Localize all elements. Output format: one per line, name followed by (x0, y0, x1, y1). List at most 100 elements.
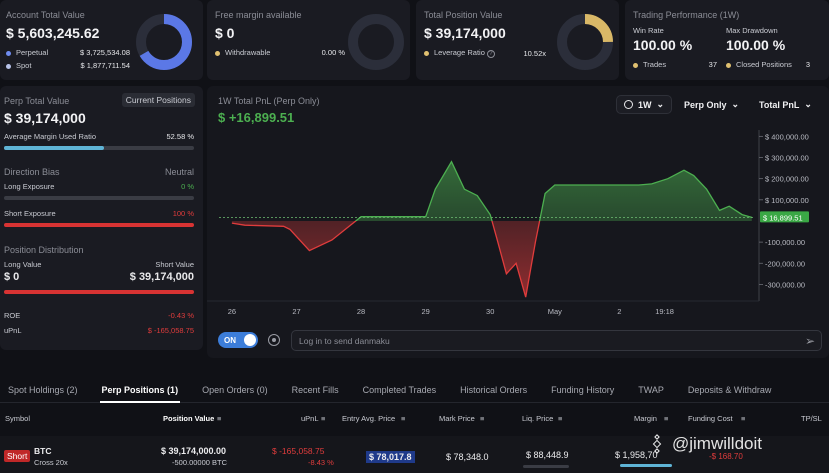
sort-icon[interactable]: ≡ (741, 414, 745, 423)
upnl-label: uPnL (4, 326, 22, 335)
header-entry[interactable]: Entry Avg. Price (342, 414, 395, 423)
margin-used-bar (4, 146, 194, 150)
long-amount: $ 0 (4, 271, 20, 283)
drawdown-label: Max Drawdown (726, 26, 778, 35)
danmaku-toggle[interactable]: ON (218, 332, 258, 348)
sort-icon[interactable]: ≡ (664, 414, 668, 423)
danmaku-toggle-label: ON (224, 335, 236, 345)
sort-icon[interactable]: ≡ (321, 414, 325, 423)
bias-value: Neutral (164, 167, 194, 177)
tab-deposits-withdraw[interactable]: Deposits & Withdraw (676, 385, 784, 395)
x-tick-label: 29 (421, 307, 429, 316)
x-tick-label: May (548, 307, 562, 316)
account-value: $ 5,603,245.62 (6, 25, 100, 41)
current-value-label: $ 16,899.51 (763, 213, 803, 222)
pnl-chart: $ 400,000.00 $ 300,000.00 $ 200,000.00 $ 10… (207, 130, 809, 316)
help-icon[interactable]: ? (486, 50, 495, 58)
tab-spot-holdings[interactable]: Spot Holdings (2) (0, 385, 90, 395)
spot-label: Spot (16, 61, 32, 70)
header-funding[interactable]: Funding Cost (688, 414, 733, 423)
row-symbol[interactable]: BTC (34, 446, 51, 456)
app-root: Account Total Value $ 5,603,245.62 Perpe… (0, 0, 829, 473)
settings-icon[interactable] (268, 334, 280, 346)
row-roe: -8.43 % (308, 458, 334, 467)
margin-donut-chart (348, 14, 404, 70)
danmaku-placeholder: Log in to send danmaku (299, 336, 390, 346)
tab-perp-positions[interactable]: Perp Positions (1) (90, 385, 191, 403)
side-badge: Short (4, 450, 31, 462)
performance-card: Trading Performance (1W) Win Rate 100.00… (625, 0, 829, 80)
x-tick-label: 30 (486, 307, 494, 316)
header-upnl[interactable]: uPnL (301, 414, 319, 423)
tab-historical-orders[interactable]: Historical Orders (448, 385, 539, 395)
header-symbol[interactable]: Symbol (5, 414, 30, 423)
performance-title: Trading Performance (1W) (633, 10, 740, 20)
tab-recent-fills[interactable]: Recent Fills (280, 385, 351, 395)
header-position-value[interactable]: Position Value (163, 414, 214, 423)
x-tick-label: 19:18 (655, 307, 674, 316)
perp-title: Perp Total Value (4, 96, 70, 106)
winrate-label: Win Rate (633, 26, 664, 35)
row-position-value: $ 39,174,000.00 (161, 446, 227, 456)
binance-logo-icon (648, 434, 666, 454)
y-tick-label: $ 200,000.00 (765, 175, 809, 184)
account-title: Account Total Value (6, 10, 85, 20)
header-liq[interactable]: Liq. Price (522, 414, 553, 423)
tab-open-orders[interactable]: Open Orders (0) (190, 385, 280, 395)
long-exposure-bar (4, 196, 194, 200)
perp-label: Perpetual (16, 48, 49, 57)
spot-dot (6, 63, 11, 69)
margin-bar (620, 464, 672, 467)
chevron-down-icon: ⌄ (804, 99, 812, 109)
metric-select[interactable]: Total PnL ⌄ (752, 95, 822, 114)
tab-funding-history[interactable]: Funding History (539, 385, 626, 395)
header-tpsl[interactable]: TP/SL (801, 414, 822, 423)
y-tick-label: -200,000.00 (765, 259, 805, 268)
winrate-value: 100.00 % (633, 37, 693, 53)
perp-dot (6, 50, 11, 56)
send-icon[interactable]: ➢ (805, 334, 815, 348)
clock-icon (624, 100, 633, 109)
tab-twap[interactable]: TWAP (626, 385, 676, 395)
row-upnl: $ -165,058.75 (272, 446, 325, 456)
withdrawable-label: Withdrawable (225, 48, 271, 57)
positions-tabs: Spot Holdings (2) Perp Positions (1) Ope… (0, 378, 829, 403)
tab-completed-trades[interactable]: Completed Trades (351, 385, 449, 395)
account-card: Account Total Value $ 5,603,245.62 Perpe… (0, 0, 203, 80)
short-exposure-label: Short Exposure (4, 209, 56, 218)
chart-value: $ +16,899.51 (218, 110, 295, 125)
distribution-bar (4, 290, 194, 294)
leverage-label: Leverage Ratio (434, 48, 485, 57)
sort-icon[interactable]: ≡ (480, 414, 484, 423)
margin-card: Free margin available $ 0 Withdrawable 0… (207, 0, 410, 80)
period-select[interactable]: 1W ⌄ (616, 95, 672, 114)
period-value: 1W (637, 99, 652, 110)
position-title: Total Position Value (424, 10, 503, 20)
long-exposure-value: 0 % (181, 182, 194, 191)
chevron-down-icon: ⌄ (656, 99, 664, 109)
chevron-down-icon: ⌄ (731, 99, 740, 109)
perp-value: $ 3,725,534.08 (79, 48, 130, 57)
upnl-value: $ -165,058.75 (147, 326, 194, 335)
chart-title: 1W Total PnL (Perp Only) (218, 96, 320, 106)
header-mark[interactable]: Mark Price (439, 414, 475, 423)
sort-icon[interactable]: ≡ (558, 414, 562, 423)
closed-dot (726, 62, 731, 68)
spot-value: $ 1,877,711.54 (80, 61, 131, 70)
danmaku-input[interactable]: Log in to send danmaku ➢ (291, 330, 822, 351)
short-value-label: Short Value (155, 260, 194, 269)
row-mode: Cross 20x (34, 458, 68, 467)
mode-select[interactable]: Perp Only ⌄ (677, 95, 747, 114)
long-value-label: Long Value (4, 260, 42, 269)
margin-value: $ 0 (215, 25, 235, 41)
header-margin[interactable]: Margin (634, 414, 657, 423)
x-tick-label: 28 (357, 307, 365, 316)
withdrawable-value: 0.00 % (321, 48, 345, 57)
closed-label: Closed Positions (736, 60, 792, 69)
roe-value: -0.43 % (168, 311, 194, 320)
sort-icon[interactable]: ≡ (401, 414, 405, 423)
current-positions-button[interactable]: Current Positions (121, 93, 195, 107)
row-entry: $ 78,017.8 (366, 451, 415, 463)
sort-icon[interactable]: ≡ (217, 414, 221, 423)
trades-value: 37 (708, 60, 717, 69)
